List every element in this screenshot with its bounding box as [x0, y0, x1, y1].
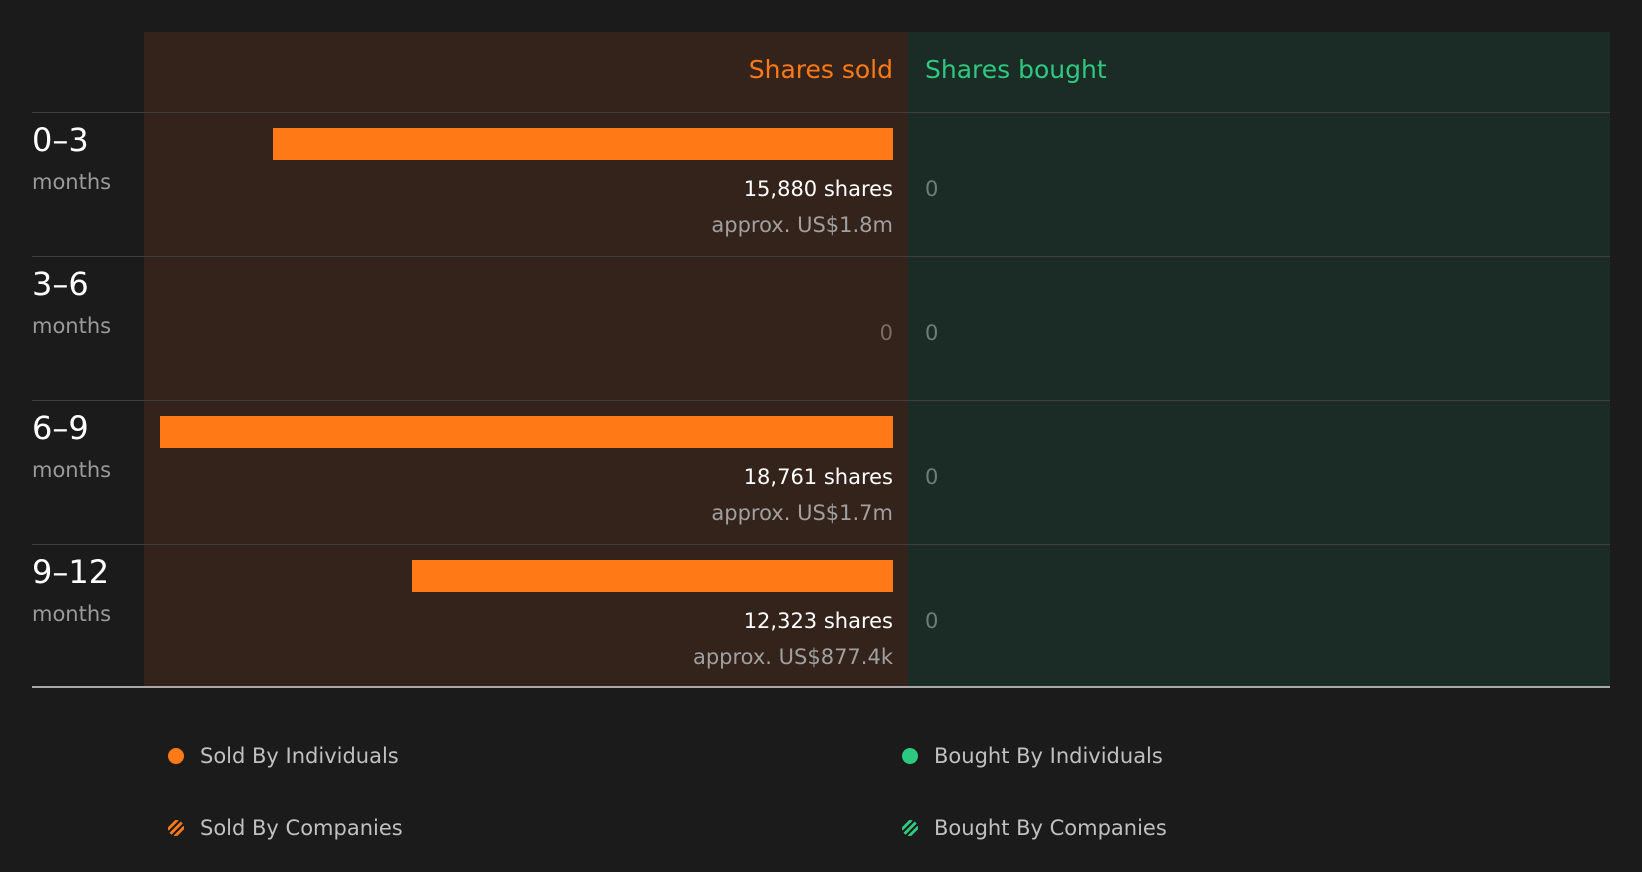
- period-unit-label: months: [32, 458, 112, 482]
- legend-label: Bought By Individuals: [934, 744, 1163, 768]
- chart-baseline: [32, 686, 1610, 688]
- sold-bar: [412, 560, 893, 592]
- bought-zero-label: 0: [925, 177, 939, 201]
- legend-dot-icon: [168, 748, 184, 764]
- sold-zero-label: 0: [879, 321, 893, 345]
- sold-value-label: approx. US$1.8m: [711, 213, 893, 237]
- sold-bar: [273, 128, 893, 160]
- row-divider: [32, 544, 1610, 545]
- legend-dot-icon: [902, 748, 918, 764]
- row-divider: [32, 112, 1610, 113]
- bought-zero-label: 0: [925, 609, 939, 633]
- shares-sold-header: Shares sold: [748, 55, 893, 84]
- legend-label: Sold By Companies: [200, 816, 403, 840]
- sold-bar: [160, 416, 893, 448]
- period-label: 9–12: [32, 553, 110, 591]
- bought-zero-label: 0: [925, 321, 939, 345]
- legend-label: Bought By Companies: [934, 816, 1167, 840]
- period-label: 0–3: [32, 121, 89, 159]
- period-unit-label: months: [32, 602, 112, 626]
- bought-zero-label: 0: [925, 465, 939, 489]
- row-divider: [32, 400, 1610, 401]
- legend-label: Sold By Individuals: [200, 744, 399, 768]
- sold-value-label: approx. US$877.4k: [692, 645, 893, 669]
- period-label: 6–9: [32, 409, 89, 447]
- insider-trading-chart: Shares sold Shares bought 0–3 months 15,88…: [0, 0, 1642, 872]
- period-unit-label: months: [32, 314, 112, 338]
- legend-hatched-icon: [902, 820, 918, 836]
- sold-shares-label: 15,880 shares: [743, 177, 893, 201]
- sold-value-label: approx. US$1.7m: [711, 501, 893, 525]
- shares-bought-panel: [908, 32, 1610, 688]
- legend-hatched-icon: [168, 820, 184, 836]
- sold-shares-label: 18,761 shares: [743, 465, 893, 489]
- period-label: 3–6: [32, 265, 89, 303]
- period-unit-label: months: [32, 170, 112, 194]
- row-divider: [32, 256, 1610, 257]
- shares-bought-header: Shares bought: [925, 55, 1107, 84]
- sold-shares-label: 12,323 shares: [743, 609, 893, 633]
